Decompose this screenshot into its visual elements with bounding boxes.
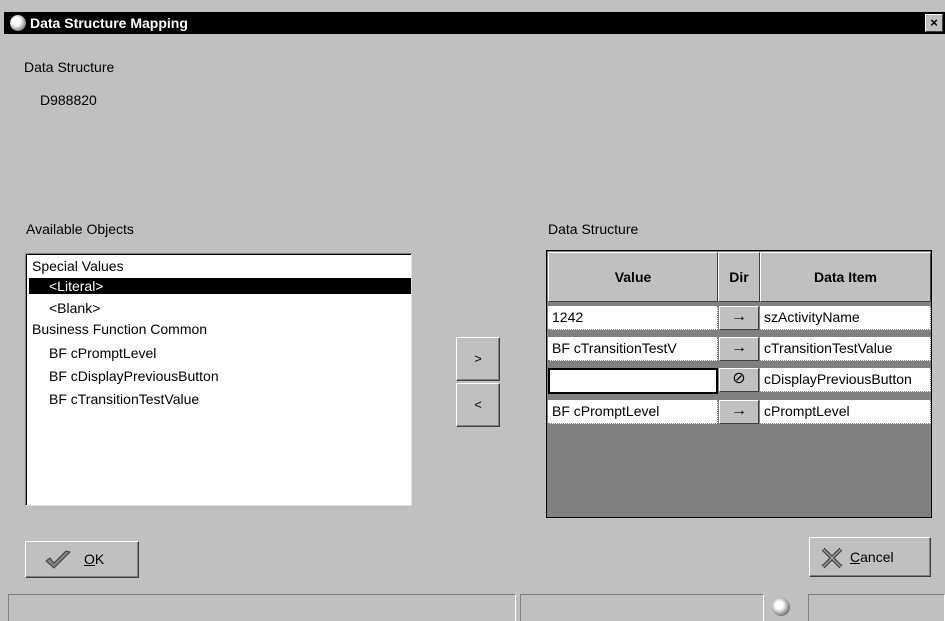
add-mapping-button[interactable]: > <box>456 337 500 381</box>
column-header-data-item[interactable]: Data Item <box>760 252 931 302</box>
row-4-direction-arrow-icon[interactable]: → <box>719 400 759 424</box>
remove-mapping-button[interactable]: < <box>456 383 500 427</box>
checkmark-icon <box>45 550 71 569</box>
title-bar: Data Structure Mapping × <box>4 12 945 34</box>
status-globe-icon <box>772 598 790 616</box>
data-structure-name: D988820 <box>40 92 97 108</box>
row-4-data-item: cPromptLevel <box>760 400 931 424</box>
row-3-data-item: cDisplayPreviousButton <box>760 368 931 392</box>
cancel-x-icon <box>821 547 843 569</box>
column-header-value[interactable]: Value <box>548 252 718 302</box>
ok-label: OK <box>84 551 105 567</box>
tree-item-bf-ctransitiontestvalue[interactable]: BF cTransitionTestValue <box>49 391 199 407</box>
data-structure-label: Data Structure <box>24 59 115 75</box>
dialog-window: Data Structure Mapping × Data Structure … <box>0 0 945 621</box>
window-title: Data Structure Mapping <box>30 15 188 31</box>
cancel-button[interactable]: Cancel <box>809 537 931 577</box>
status-pane-2 <box>520 594 764 621</box>
tree-item-bf-cpromptlevel[interactable]: BF cPromptLevel <box>49 345 156 361</box>
row-1-data-item: szActivityName <box>760 306 931 330</box>
row-4-value[interactable]: BF cPromptLevel <box>548 400 718 424</box>
close-button[interactable]: × <box>925 14 943 32</box>
ok-button[interactable]: OK <box>25 541 139 578</box>
row-1-value[interactable]: 1242 <box>548 306 718 330</box>
tree-item-bf-cdisplaypreviousbutton[interactable]: BF cDisplayPreviousButton <box>49 368 219 384</box>
tree-item-blank[interactable]: <Blank> <box>49 300 100 316</box>
row-2-value[interactable]: BF cTransitionTestV <box>548 337 718 361</box>
mapping-grid[interactable]: Value Dir Data Item 1242 → szActivityNam… <box>546 250 932 518</box>
tree-item-business-function-common[interactable]: Business Function Common <box>32 321 207 337</box>
row-3-value-input[interactable] <box>548 368 718 394</box>
available-objects-tree[interactable]: Special Values <Literal> <Blank> Busines… <box>25 253 412 506</box>
app-globe-icon <box>10 15 26 31</box>
row-2-direction-arrow-icon[interactable]: → <box>719 337 759 361</box>
available-objects-label: Available Objects <box>26 221 134 237</box>
tree-item-literal[interactable]: <Literal> <box>29 278 411 294</box>
column-header-dir[interactable]: Dir <box>718 252 760 302</box>
status-pane-3 <box>808 594 945 621</box>
cancel-label: Cancel <box>850 549 894 565</box>
mapping-grid-label: Data Structure <box>548 221 639 237</box>
row-3-no-direction-icon[interactable]: ⊘ <box>719 368 759 392</box>
tree-item-special-values[interactable]: Special Values <box>32 258 124 274</box>
status-pane-1 <box>8 594 516 621</box>
row-1-direction-arrow-icon[interactable]: → <box>719 306 759 330</box>
row-2-data-item: cTransitionTestValue <box>760 337 931 361</box>
